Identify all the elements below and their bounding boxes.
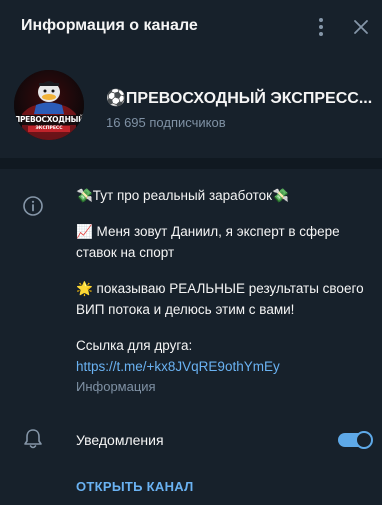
notifications-toggle[interactable] [338,431,373,449]
bell-icon [23,428,43,450]
channel-name: ⚽ПРЕВОСХОДНЫЙ ЭКСПРЕСС... [106,90,373,107]
channel-profile: ПРЕВОСХОДНЫЙ ЭКСПРЕСС ⚽ПРЕВОСХОДНЫЙ ЭКСП… [0,54,382,158]
open-channel-button[interactable]: ОТКРЫТЬ КАНАЛ [76,479,194,494]
avatar[interactable]: ПРЕВОСХОДНЫЙ ЭКСПРЕСС [14,70,84,140]
page-title: Информация о канале [21,17,198,34]
notifications-label: Уведомления [76,432,164,448]
more-vertical-icon[interactable] [312,15,330,39]
description-line: Ссылка для друга: [76,338,193,353]
description-line: 📈 Меня зовут Даниил, я эксперт в сфере с… [76,224,340,260]
header: Информация о канале [0,0,382,54]
toggle-knob [355,431,373,449]
info-caption: Информация [76,379,156,394]
channel-description: 💸Тут про реальный заработок💸 📈 Меня зову… [76,185,372,377]
description-line: 🌟 показываю РЕАЛЬНЫЕ результаты своего В… [76,281,364,317]
info-icon [22,195,44,217]
avatar-logo-text: ПРЕВОСХОДНЫЙ [14,115,84,124]
description-line: 💸Тут про реальный заработок💸 [76,188,289,203]
section-divider [0,158,382,169]
subscriber-count: 16 695 подписчиков [106,115,226,130]
invite-link[interactable]: https://t.me/+kx8JVqRE9othYmEy [76,359,280,374]
close-icon[interactable] [349,15,373,39]
avatar-logo-subtext: ЭКСПРЕСС [35,126,63,131]
